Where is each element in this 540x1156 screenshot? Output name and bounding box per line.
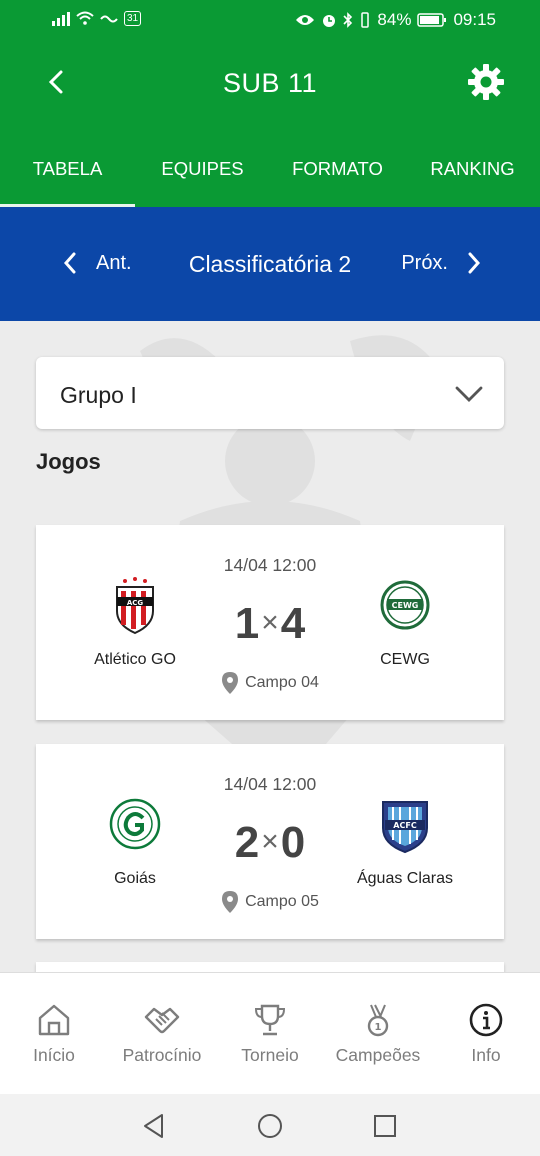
- wifi-icon: [76, 11, 94, 25]
- calendar-badge: 31: [124, 10, 142, 26]
- score-separator: ×: [261, 825, 279, 858]
- chevron-down-icon: [455, 386, 483, 402]
- score-separator: ×: [261, 606, 279, 639]
- location-pin-icon: [222, 891, 239, 913]
- away-team: CEWG CEWG: [335, 575, 475, 669]
- handshake-icon: [144, 1007, 180, 1034]
- medal-icon: 1: [367, 1004, 389, 1037]
- match-venue: Campo 05: [36, 890, 504, 914]
- location-pin-icon: [222, 672, 239, 694]
- main-content[interactable]: Grupo I Jogos 14/04 12:00 ACG Atlético G…: [0, 321, 540, 972]
- tab-formato[interactable]: FORMATO: [270, 150, 405, 207]
- svg-text:ACFC: ACFC: [393, 821, 417, 830]
- system-home-icon[interactable]: [256, 1112, 284, 1140]
- tab-bar: TABELA EQUIPES FORMATO RANKING: [0, 150, 540, 207]
- system-back-icon[interactable]: [140, 1112, 168, 1140]
- top-app-bar: 31 84% 09:15 SUB 11 TABELA EQUIPES FORMA…: [0, 0, 540, 207]
- status-bar: 31 84% 09:15: [0, 0, 540, 40]
- battery-text: 84%: [377, 10, 412, 29]
- nav-label: Torneio: [241, 1045, 299, 1065]
- status-left: 31: [52, 10, 142, 26]
- away-team-name: Águas Claras: [356, 870, 454, 887]
- gear-icon: [468, 64, 504, 100]
- signal-icon: [52, 10, 70, 26]
- status-right: 84% 09:15: [295, 10, 496, 30]
- cewg-crest-icon: CEWG: [380, 580, 430, 630]
- away-team-name: CEWG: [380, 651, 430, 668]
- clock-time: 09:15: [453, 10, 496, 29]
- vibrate-icon: [361, 12, 370, 28]
- match-card[interactable]: 14/04 12:00 Goiás 2×0 ACFC Águas Claras: [36, 744, 504, 939]
- nav-inicio[interactable]: Início: [0, 973, 108, 1094]
- system-recents-icon[interactable]: [371, 1112, 399, 1140]
- trophy-icon: [254, 1004, 286, 1036]
- tab-equipes[interactable]: EQUIPES: [135, 150, 270, 207]
- aguas-claras-crest-icon: ACFC: [382, 801, 428, 854]
- tab-tabela[interactable]: TABELA: [0, 150, 135, 207]
- group-dropdown[interactable]: Grupo I: [36, 357, 504, 429]
- nav-patrocinio[interactable]: Patrocínio: [108, 973, 216, 1094]
- nav-label: Patrocínio: [122, 1045, 202, 1065]
- info-icon: [469, 1003, 503, 1037]
- system-navigation-bar: [0, 1094, 540, 1156]
- phase-selector: Ant. Classificatória 2 Próx.: [0, 207, 540, 321]
- nav-torneio[interactable]: Torneio: [216, 973, 324, 1094]
- svg-text:1: 1: [375, 1022, 382, 1033]
- chevron-right-icon: [468, 252, 481, 274]
- venue-name: Campo 04: [245, 674, 319, 691]
- home-team-name: Goiás: [114, 870, 156, 887]
- match-datetime: 14/04 12:00: [223, 555, 317, 575]
- home-team-name: Atlético GO: [94, 651, 176, 668]
- home-score: 1: [234, 599, 260, 648]
- home-icon: [38, 1004, 70, 1036]
- tab-ranking[interactable]: RANKING: [405, 150, 540, 207]
- alarm-icon: [323, 15, 336, 27]
- nav-info[interactable]: Info: [432, 973, 540, 1094]
- nav-campeoes[interactable]: 1 Campeões: [324, 973, 432, 1094]
- match-card[interactable]: 14/04 12:00 ACG Atlético GO 1×4 CEWG CEW…: [36, 525, 504, 720]
- next-phase-button[interactable]: Próx.: [401, 251, 482, 275]
- next-label: Próx.: [401, 251, 448, 274]
- section-title: Jogos: [36, 449, 101, 474]
- settings-button[interactable]: [466, 62, 506, 102]
- bottom-navigation: Início Patrocínio Torneio 1 Campeões Inf…: [0, 972, 540, 1094]
- nav-label: Info: [471, 1045, 501, 1065]
- match-card[interactable]: [36, 962, 504, 972]
- app-header: SUB 11: [0, 48, 540, 120]
- svg-text:CEWG: CEWG: [392, 601, 419, 610]
- nav-label: Campeões: [335, 1045, 421, 1065]
- home-score: 2: [234, 818, 260, 867]
- group-selected-value: Grupo I: [60, 382, 137, 408]
- venue-name: Campo 05: [245, 893, 319, 910]
- match-venue: Campo 04: [36, 671, 504, 695]
- page-title: SUB 11: [222, 68, 318, 98]
- nav-label: Início: [33, 1045, 75, 1065]
- away-team: ACFC Águas Claras: [335, 794, 475, 888]
- dnd-icon: [100, 15, 118, 23]
- battery-icon: [417, 13, 447, 27]
- away-score: 4: [280, 599, 306, 648]
- match-datetime: 14/04 12:00: [223, 774, 317, 794]
- bluetooth-icon: [343, 12, 353, 28]
- away-score: 0: [280, 818, 306, 867]
- eye-icon: [296, 15, 315, 25]
